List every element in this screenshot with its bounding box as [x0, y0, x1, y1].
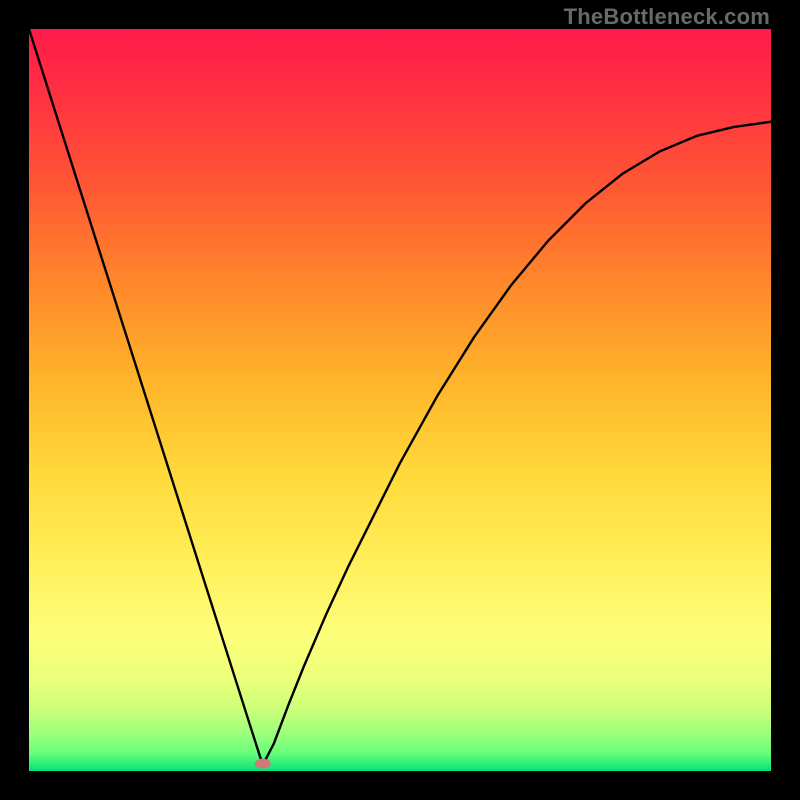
chart-frame [29, 29, 771, 771]
gradient-background [29, 29, 771, 771]
watermark-label: TheBottleneck.com [564, 4, 770, 30]
optimum-marker [255, 759, 271, 769]
bottleneck-plot [29, 29, 771, 771]
